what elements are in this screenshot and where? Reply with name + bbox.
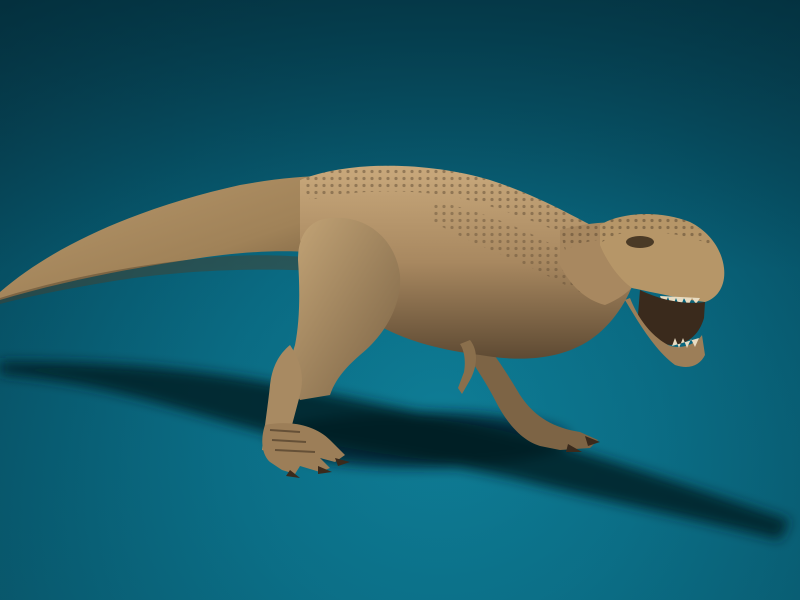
eye: [626, 236, 654, 248]
ground-shadow: [0, 361, 790, 540]
dinosaur-render: [0, 165, 790, 540]
render-viewport: [0, 0, 800, 600]
near-thigh: [290, 217, 401, 400]
